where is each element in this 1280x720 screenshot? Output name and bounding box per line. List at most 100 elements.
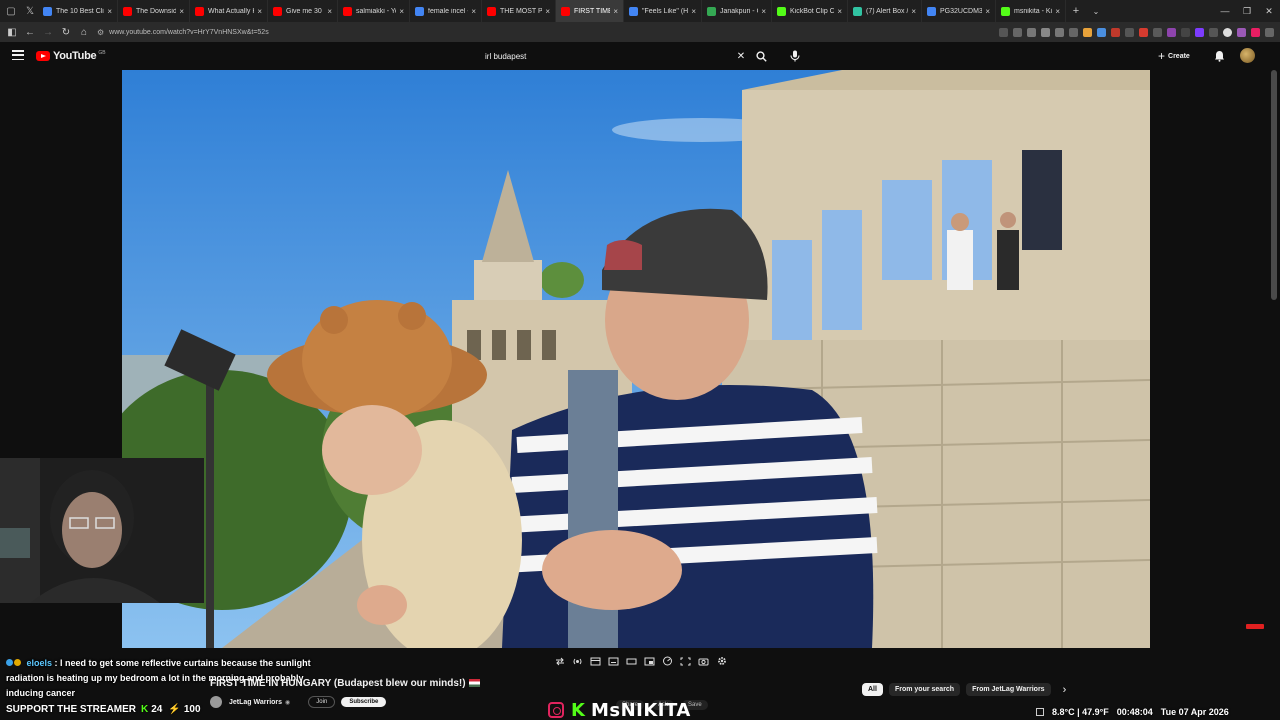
account-avatar[interactable] [1240, 48, 1255, 63]
join-button[interactable]: Join [308, 696, 336, 708]
browser-tab[interactable]: Give me 30 minute× [268, 0, 338, 22]
browser-tab[interactable]: (7) Alert Box / Stre× [848, 0, 922, 22]
channel-name[interactable]: JetLag Warriors [229, 699, 282, 706]
zoom-icon[interactable] [1027, 27, 1036, 37]
browser-tab[interactable]: "Feels Like" (Heat I× [624, 0, 702, 22]
browser-tab[interactable]: female incel - Goo× [410, 0, 482, 22]
install-icon[interactable] [1013, 27, 1022, 37]
browser-tab[interactable]: What Actually Hap× [190, 0, 268, 22]
extension-icon[interactable] [1237, 27, 1246, 37]
close-tab-icon[interactable]: × [691, 7, 696, 16]
close-tab-icon[interactable]: × [761, 7, 766, 16]
chip-all[interactable]: All [862, 683, 883, 696]
close-tab-icon[interactable]: × [1055, 7, 1060, 16]
tray-icon[interactable] [1036, 708, 1044, 716]
fullscreen-icon[interactable] [678, 654, 693, 668]
subscribe-button[interactable]: Subscribe [341, 697, 387, 707]
browser-tab[interactable]: salmiakki - YouTub× [338, 0, 410, 22]
forward-icon[interactable]: → [39, 22, 57, 42]
tab-actions-icon[interactable]: ▢ [0, 0, 22, 22]
browser-tab[interactable]: The Downsides of× [118, 0, 190, 22]
close-tab-icon[interactable]: × [107, 7, 112, 16]
extension-icon[interactable] [1181, 27, 1190, 37]
browser-tab[interactable]: FIRST TIME IN× [556, 0, 624, 22]
chip-from-channel[interactable]: From JetLag Warriors [966, 683, 1051, 696]
extension-icon[interactable] [1125, 27, 1134, 37]
minimize-icon[interactable]: — [1214, 0, 1236, 22]
clip-icon[interactable] [588, 654, 603, 668]
x-icon[interactable]: 𝕏 [22, 0, 38, 22]
menu-icon[interactable] [12, 50, 24, 60]
extension-icon[interactable] [1167, 27, 1176, 37]
screenshot-icon[interactable] [696, 654, 711, 668]
extension-icon[interactable] [1251, 27, 1260, 37]
notifications-button[interactable] [1212, 49, 1226, 63]
create-label: Create [1168, 52, 1190, 60]
browser-tab[interactable]: KickBot Clip Comm× [772, 0, 848, 22]
page-scrollbar[interactable] [1271, 70, 1277, 300]
browser-tab[interactable]: PG32UCDM3 - Goo× [922, 0, 996, 22]
sidebar-toggle-icon[interactable]: ◧ [3, 22, 21, 42]
close-tab-icon[interactable]: × [327, 7, 332, 16]
hungary-flag-icon [468, 679, 480, 687]
extension-icon[interactable] [1111, 27, 1120, 37]
tab-favicon-icon [123, 6, 132, 16]
site-info-icon[interactable]: ⚙ [97, 28, 104, 37]
reader-icon[interactable] [999, 27, 1008, 37]
loop-icon[interactable] [552, 654, 567, 668]
extension-icon[interactable] [1153, 27, 1162, 37]
close-tab-icon[interactable]: × [545, 7, 550, 16]
close-tab-icon[interactable]: × [257, 7, 262, 16]
browser-tab[interactable]: THE MOST POLLUT× [482, 0, 556, 22]
menu-icon[interactable] [1265, 27, 1274, 37]
theater-icon[interactable] [624, 654, 639, 668]
browser-tab[interactable]: Janakpuri - Google× [702, 0, 772, 22]
chevron-right-icon[interactable]: › [1063, 684, 1067, 696]
extension-icon[interactable] [1139, 27, 1148, 37]
back-icon[interactable]: ← [21, 22, 39, 42]
extension-icon[interactable] [1083, 27, 1092, 37]
home-icon[interactable]: ⌂ [75, 22, 93, 42]
new-tab-button[interactable]: + [1066, 5, 1086, 17]
profile-icon[interactable] [1223, 27, 1232, 37]
close-tab-icon[interactable]: × [985, 7, 990, 16]
extension-icon[interactable] [1209, 27, 1218, 37]
extension-icon[interactable] [1055, 27, 1064, 37]
search-button[interactable] [752, 48, 770, 64]
browser-tab[interactable]: msnikita - Kick Pro× [996, 0, 1066, 22]
close-window-icon[interactable]: ✕ [1258, 0, 1280, 22]
video-player[interactable] [122, 70, 1150, 648]
tab-favicon-icon [777, 6, 786, 16]
clear-search-icon[interactable]: ✕ [734, 51, 748, 62]
close-tab-icon[interactable]: × [911, 7, 916, 16]
voice-search-button[interactable] [786, 48, 804, 64]
extension-icon[interactable] [1195, 27, 1204, 37]
url-field[interactable]: ⚙ www.youtube.com/watch?v=HrY7VnHNSXw&t=… [97, 24, 717, 40]
audio-icon[interactable] [570, 654, 585, 668]
channel-avatar[interactable] [210, 696, 222, 708]
settings-gear-icon[interactable] [714, 654, 729, 668]
extension-icon[interactable] [1097, 27, 1106, 37]
miniplayer-icon[interactable] [642, 654, 657, 668]
browser-tab[interactable]: The 10 Best Clinics× [38, 0, 118, 22]
chip-from-your-search[interactable]: From your search [888, 683, 961, 696]
close-tab-icon[interactable]: × [837, 7, 842, 16]
speed-icon[interactable] [660, 654, 675, 668]
tab-title: The Downsides of [136, 7, 176, 15]
microphone-icon [790, 50, 800, 62]
youtube-logo[interactable]: YouTube GB [36, 50, 106, 62]
subtitles-icon[interactable] [606, 654, 621, 668]
search-input[interactable]: irl budapest [478, 52, 734, 61]
tab-search-icon[interactable]: ⌄ [1086, 7, 1106, 16]
live-indicator [1246, 624, 1264, 629]
close-tab-icon[interactable]: × [399, 7, 404, 16]
search-box[interactable]: irl budapest ✕ [478, 48, 748, 64]
close-tab-icon[interactable]: × [179, 7, 184, 16]
bookmark-star-icon[interactable] [1041, 27, 1050, 37]
download-icon[interactable] [1069, 27, 1078, 37]
restore-icon[interactable]: ❐ [1236, 0, 1258, 22]
close-tab-icon[interactable]: × [613, 7, 618, 16]
create-button[interactable]: + Create [1158, 49, 1190, 63]
reload-icon[interactable]: ↻ [57, 22, 75, 42]
close-tab-icon[interactable]: × [471, 7, 476, 16]
